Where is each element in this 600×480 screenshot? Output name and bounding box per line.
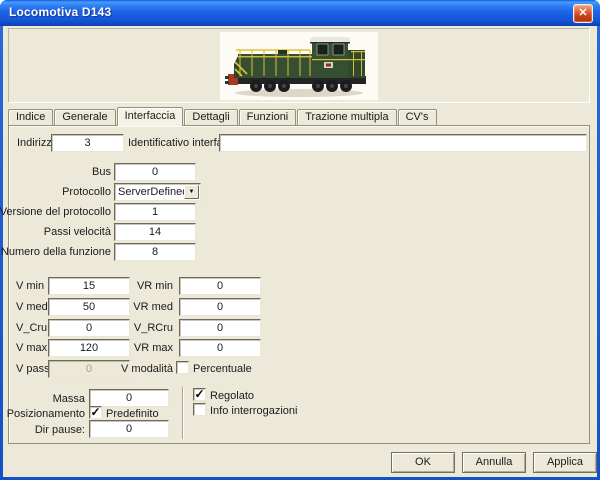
tab-generale[interactable]: Generale	[54, 109, 115, 125]
numero-funzione-label: Numero della funzione	[1, 246, 111, 258]
protocollo-label: Protocollo	[62, 186, 111, 198]
v-cru-label: V_Cru	[16, 322, 47, 334]
massa-label: Massa	[53, 393, 85, 405]
v-max-input[interactable]	[48, 339, 130, 357]
tab-dettagli[interactable]: Dettagli	[184, 109, 237, 125]
locomotive-image-panel	[8, 28, 590, 103]
passi-velocita-input[interactable]	[114, 223, 196, 241]
bus-input[interactable]	[114, 163, 196, 181]
vr-med-label: VR med	[133, 301, 173, 313]
info-interrogazioni-checkbox[interactable]	[193, 403, 206, 416]
chevron-down-icon[interactable]: ▼	[184, 185, 199, 199]
vr-max-label: VR max	[134, 342, 173, 354]
title-bar: Locomotiva D143 ✕	[0, 0, 600, 26]
tab-trazione-multipla[interactable]: Trazione multipla	[297, 109, 396, 125]
v-rcru-label: V_RCru	[134, 322, 173, 334]
dialog-client-area: Indice Generale Interfaccia Dettagli Fun…	[3, 26, 597, 477]
check-icon: ✓	[90, 405, 100, 419]
interfaccia-tab-page: Indirizzo Identificativo interfaccia Bus…	[8, 125, 590, 444]
tab-funzioni[interactable]: Funzioni	[239, 109, 297, 125]
passi-velocita-label: Passi velocità	[44, 226, 111, 238]
check-icon: ✓	[194, 387, 204, 401]
v-max-label: V max	[16, 342, 47, 354]
regolato-label: Regolato	[210, 390, 254, 402]
massa-input[interactable]	[89, 389, 169, 407]
tab-interfaccia[interactable]: Interfaccia	[117, 107, 184, 126]
versione-label: Versione del protocollo	[0, 206, 111, 218]
vr-med-input[interactable]	[179, 298, 261, 316]
v-passi-input	[48, 360, 130, 378]
versione-input[interactable]	[114, 203, 196, 221]
window-title: Locomotiva D143	[9, 5, 111, 19]
numero-funzione-input[interactable]	[114, 243, 196, 261]
v-modalita-label: V modalità	[121, 363, 173, 375]
v-rcru-input[interactable]	[179, 319, 261, 337]
applica-button[interactable]: Applica	[533, 452, 597, 473]
bus-label: Bus	[92, 166, 111, 178]
predefinito-label: Predefinito	[106, 408, 159, 420]
vr-min-input[interactable]	[179, 277, 261, 295]
percentuale-label: Percentuale	[193, 363, 252, 375]
percentuale-checkbox[interactable]	[176, 361, 189, 374]
dialog-window: Locomotiva D143 ✕	[0, 0, 600, 480]
tab-strip: Indice Generale Interfaccia Dettagli Fun…	[8, 106, 438, 125]
predefinito-checkbox[interactable]: ✓	[89, 406, 102, 419]
group-divider	[182, 387, 184, 439]
v-med-input[interactable]	[48, 298, 130, 316]
vr-max-input[interactable]	[179, 339, 261, 357]
ok-button[interactable]: OK	[391, 452, 455, 473]
annulla-button[interactable]: Annulla	[462, 452, 526, 473]
v-min-input[interactable]	[48, 277, 130, 295]
regolato-checkbox[interactable]: ✓	[193, 388, 206, 401]
v-min-label: V min	[16, 280, 44, 292]
v-passi-label: V passi	[16, 363, 52, 375]
close-icon[interactable]: ✕	[573, 4, 593, 23]
dir-pause-label: Dir pause:	[35, 424, 85, 436]
protocollo-select[interactable]: ServerDefined ▼	[114, 183, 201, 201]
info-interrogazioni-label: Info interrogazioni	[210, 405, 297, 417]
indirizzo-input[interactable]	[51, 134, 124, 152]
tab-cvs[interactable]: CV's	[398, 109, 437, 125]
identificativo-input[interactable]	[219, 134, 587, 152]
v-med-label: V med	[16, 301, 48, 313]
posizionamento-label: Posizionamento	[7, 408, 85, 420]
tab-indice[interactable]: Indice	[8, 109, 53, 125]
vr-min-label: VR min	[137, 280, 173, 292]
dir-pause-input[interactable]	[89, 420, 169, 438]
v-cru-input[interactable]	[48, 319, 130, 337]
protocollo-selected-value: ServerDefined	[118, 186, 188, 198]
locomotive-photo	[220, 32, 378, 100]
